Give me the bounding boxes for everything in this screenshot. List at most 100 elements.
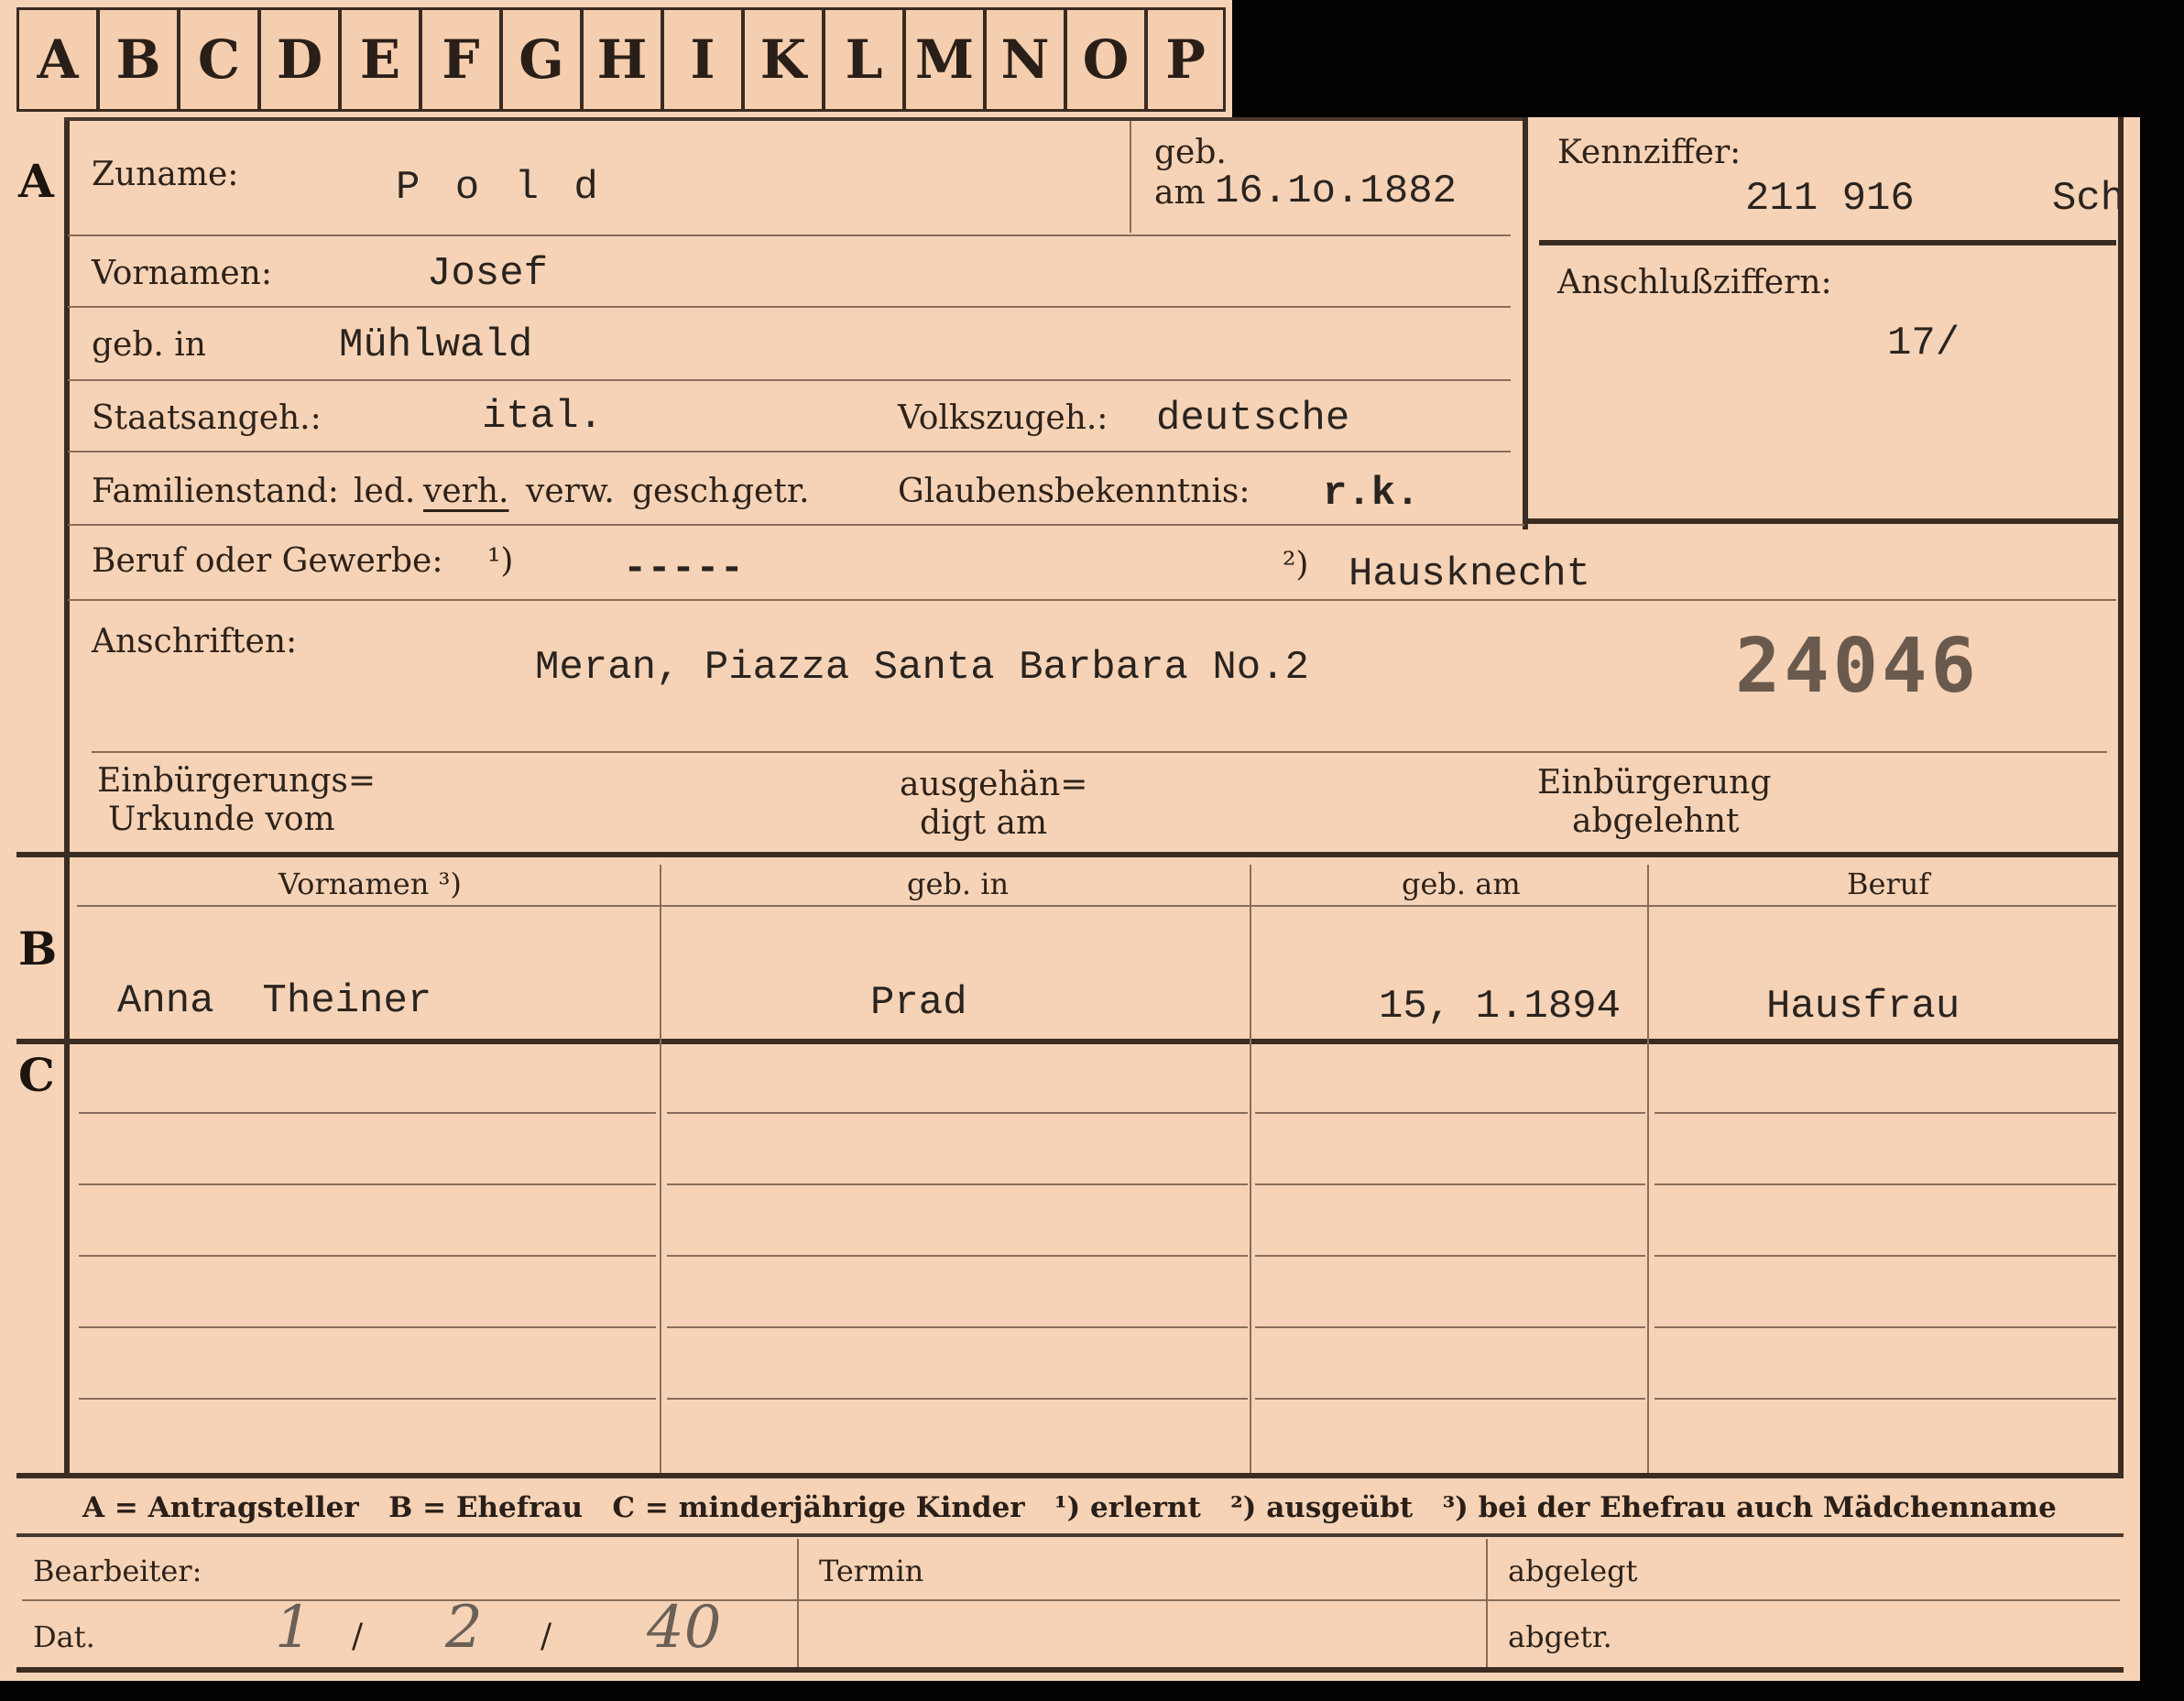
vornamen-label: Vornamen:	[92, 255, 272, 292]
col-divider-3	[1647, 865, 1649, 1473]
c-row-line	[1654, 1326, 2116, 1328]
tab-a[interactable]: A	[16, 7, 97, 112]
c-row-line	[79, 1112, 656, 1114]
section-c-top	[16, 1039, 2124, 1044]
bearbeiter-label: Bearbeiter:	[33, 1554, 202, 1588]
row-divider-6	[68, 599, 2116, 601]
familien-option-verw: verw.	[526, 473, 615, 510]
top-border-a	[64, 117, 1525, 121]
b-header-gebin: geb. in	[907, 867, 1010, 901]
c-row-line	[667, 1326, 1248, 1328]
gebin-label: geb. in	[92, 326, 206, 364]
legend-text: A = Antragsteller B = Ehefrau C = minder…	[82, 1491, 2057, 1524]
b-gebam-value: 15, 1.1894	[1379, 984, 1622, 1030]
c-row-line	[1255, 1398, 1645, 1400]
b-beruf-value: Hausfrau	[1766, 984, 1960, 1030]
ausgehaendigt-label-2: digt am	[920, 804, 1048, 842]
section-a-letter: A	[18, 154, 54, 208]
c-row-line	[1255, 1255, 1645, 1257]
tab-f[interactable]: F	[420, 7, 500, 112]
geb-am-label: am	[1154, 174, 1206, 212]
abgelegt-label: abgelegt	[1508, 1554, 1638, 1588]
glauben-label: Glaubensbekenntnis:	[898, 473, 1250, 510]
tab-p[interactable]: P	[1145, 7, 1226, 112]
c-row-line	[79, 1398, 656, 1400]
anschriften-label: Anschriften:	[92, 623, 298, 660]
tab-o[interactable]: O	[1065, 7, 1145, 112]
footer-col-2	[1486, 1539, 1488, 1667]
beruf-value-erlernt: -----	[623, 546, 745, 592]
row-divider-4	[68, 451, 1511, 453]
background-bottom	[0, 1681, 2184, 1701]
c-row-line	[1654, 1255, 2116, 1257]
familien-option-verh: verh.	[423, 473, 509, 510]
c-row-line	[1654, 1398, 2116, 1400]
b-header-vornamen: Vornamen ³)	[278, 867, 462, 901]
tab-k[interactable]: K	[742, 7, 823, 112]
beruf-note-1: ¹)	[487, 542, 514, 580]
c-row-line	[667, 1398, 1248, 1400]
c-row-line	[667, 1255, 1248, 1257]
tab-e[interactable]: E	[339, 7, 420, 112]
beruf-value-ausgeuebt: Hausknecht	[1349, 551, 1591, 597]
row-divider-7	[92, 751, 2107, 753]
left-border	[64, 117, 70, 1473]
kennziffer-divider	[1539, 240, 2116, 245]
alphabet-tabs: ABCDEFGHIKLMNOP	[16, 7, 1226, 112]
c-row-line	[667, 1112, 1248, 1114]
dat-year: 40	[647, 1594, 722, 1662]
familien-label: Familienstand:	[92, 473, 339, 510]
tab-b[interactable]: B	[97, 7, 178, 112]
background-top-right	[1232, 0, 2184, 117]
row-divider-1	[68, 234, 1511, 236]
c-row-line	[1255, 1326, 1645, 1328]
dat-sep-2: /	[541, 1618, 552, 1655]
tab-d[interactable]: D	[258, 7, 339, 112]
staat-value: ital.	[482, 394, 604, 440]
beruf-note-2: ²)	[1283, 546, 1309, 583]
b-header-beruf: Beruf	[1847, 867, 1930, 901]
footer-divider	[22, 1599, 2120, 1601]
kennziffer-box-bottom	[1523, 518, 2124, 524]
tab-n[interactable]: N	[984, 7, 1065, 112]
einbuergerung-abgelehnt-label-1: Einbürgerung	[1537, 764, 1772, 801]
volks-label: Volkszugeh.:	[898, 399, 1108, 437]
tab-g[interactable]: G	[500, 7, 581, 112]
tab-l[interactable]: L	[823, 7, 903, 112]
dat-day: 1	[275, 1594, 312, 1662]
zuname-value: P o l d	[396, 165, 604, 211]
ausgehaendigt-label-1: ausgehän=	[900, 766, 1088, 803]
anschluss-label: Anschlußziffern:	[1557, 264, 1832, 301]
b-header-divider	[77, 905, 2116, 907]
einbuergerung-abgelehnt-label-2: abgelehnt	[1572, 802, 1740, 840]
c-row-line	[79, 1255, 656, 1257]
section-b-letter: B	[18, 921, 58, 976]
termin-label: Termin	[819, 1554, 924, 1588]
glauben-value: r.k.	[1323, 471, 1420, 517]
familien-option-getr: getr.	[733, 473, 810, 510]
stamp-number: 24046	[1735, 623, 1980, 710]
tab-m[interactable]: M	[903, 7, 984, 112]
b-header-gebam: geb. am	[1402, 867, 1521, 901]
dat-month: 2	[445, 1594, 483, 1662]
beruf-label: Beruf oder Gewerbe:	[92, 542, 443, 580]
col-divider-2	[1250, 865, 1251, 1473]
kennziffer-value: 211 916	[1745, 176, 1915, 222]
c-row-line	[667, 1183, 1248, 1185]
familien-option-led: led.	[354, 473, 416, 510]
row-divider-2	[68, 306, 1511, 308]
section-b-top	[16, 852, 2124, 857]
legend-top	[16, 1473, 2124, 1478]
dat-sep-1: /	[352, 1618, 364, 1655]
right-border	[2118, 117, 2124, 1473]
b-gebin-value: Prad	[870, 980, 967, 1026]
c-row-line	[1654, 1183, 2116, 1185]
abgetr-label: abgetr.	[1508, 1619, 1612, 1654]
tab-i[interactable]: I	[661, 7, 742, 112]
c-row-line	[1255, 1112, 1645, 1114]
zuname-label: Zuname:	[92, 156, 239, 193]
c-row-line	[79, 1183, 656, 1185]
tab-h[interactable]: H	[581, 7, 661, 112]
tab-c[interactable]: C	[178, 7, 258, 112]
einbuergerung-urkunde-label-2: Urkunde vom	[108, 801, 335, 838]
